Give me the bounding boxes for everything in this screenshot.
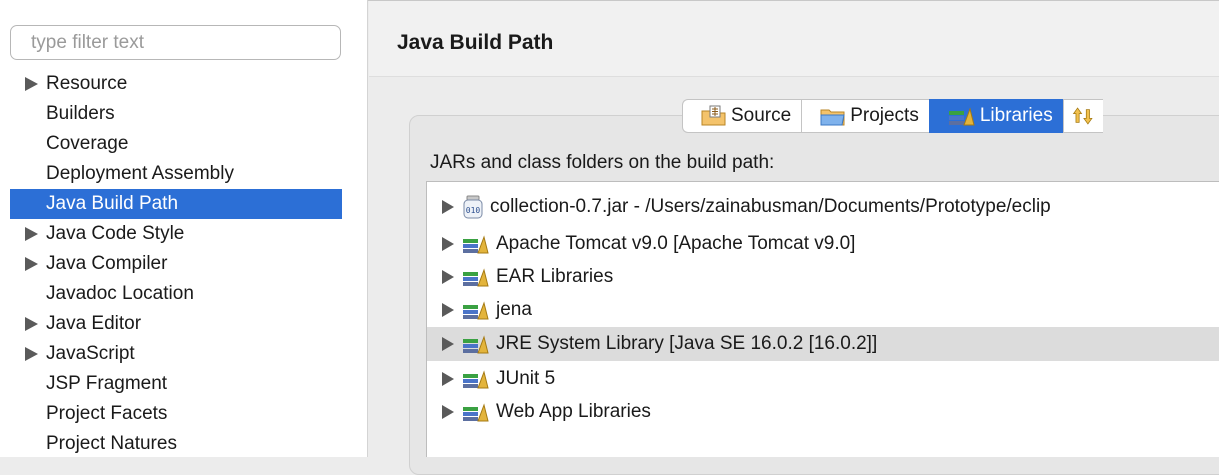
tab-label: Projects xyxy=(850,105,919,126)
library-icon xyxy=(463,403,489,422)
expand-arrow-icon[interactable] xyxy=(442,372,454,386)
tab-projects[interactable]: Projects xyxy=(801,99,929,133)
properties-sidebar: Resource Builders Coverage Deployment As… xyxy=(0,0,368,457)
tree-item-java-editor[interactable]: Java Editor xyxy=(10,309,342,339)
expand-arrow-icon[interactable] xyxy=(25,227,38,241)
expand-arrow-icon[interactable] xyxy=(442,405,454,419)
properties-tree: Resource Builders Coverage Deployment As… xyxy=(10,69,342,459)
list-item[interactable]: JUnit 5 xyxy=(427,362,1219,396)
tree-item-jsp-fragment[interactable]: JSP Fragment xyxy=(10,369,342,399)
list-item[interactable]: Web App Libraries xyxy=(427,395,1219,429)
tree-item-label: JavaScript xyxy=(46,343,135,364)
expand-arrow-icon[interactable] xyxy=(442,237,454,251)
library-entry-label: JRE System Library [Java SE 16.0.2 [16.0… xyxy=(496,333,878,354)
tab-label: Libraries xyxy=(979,105,1053,126)
tab-label: Source xyxy=(731,105,792,126)
tree-item-label: Java Editor xyxy=(46,313,142,334)
source-folder-icon xyxy=(701,105,726,126)
projects-folder-icon xyxy=(820,109,845,126)
expand-arrow-icon[interactable] xyxy=(442,200,454,214)
library-icon xyxy=(463,235,489,254)
list-item[interactable]: 010 collection-0.7.jar - /Users/zainabus… xyxy=(427,190,1219,224)
filter-input[interactable] xyxy=(10,25,341,60)
tree-item-java-code-style[interactable]: Java Code Style xyxy=(10,219,342,249)
library-icon xyxy=(463,335,489,354)
expand-arrow-icon[interactable] xyxy=(442,270,454,284)
tree-item-java-build-path[interactable]: Java Build Path xyxy=(10,189,342,219)
list-item[interactable]: jena xyxy=(427,293,1219,327)
tree-item-label: Java Code Style xyxy=(46,223,185,244)
tree-item-label: JSP Fragment xyxy=(46,373,168,394)
library-entry-label: JUnit 5 xyxy=(496,368,556,389)
tree-item-label: Project Facets xyxy=(46,403,168,424)
tab-order-and-export[interactable] xyxy=(1062,99,1103,133)
library-entry-label: collection-0.7.jar - /Users/zainabusman/… xyxy=(490,196,1051,217)
tree-item-label: Java Compiler xyxy=(46,253,168,274)
library-entry-label: EAR Libraries xyxy=(496,266,614,287)
page-header: Java Build Path xyxy=(369,1,1219,77)
expand-arrow-icon[interactable] xyxy=(25,317,38,331)
property-page: Java Build Path Source Projects Librarie… xyxy=(369,1,1219,475)
page-title: Java Build Path xyxy=(397,31,554,54)
tree-item-project-facets[interactable]: Project Facets xyxy=(10,399,342,429)
expand-arrow-icon[interactable] xyxy=(25,347,38,361)
tree-item-label: Deployment Assembly xyxy=(46,163,234,184)
tree-item-label: Project Natures xyxy=(46,433,177,454)
tree-item-project-natures[interactable]: Project Natures xyxy=(10,429,342,459)
library-entry-label: jena xyxy=(496,299,532,320)
tree-item-javadoc-location[interactable]: Javadoc Location xyxy=(10,279,342,309)
library-icon xyxy=(948,107,975,126)
list-item[interactable]: EAR Libraries xyxy=(427,260,1219,294)
tree-item-label: Resource xyxy=(46,73,128,94)
list-item[interactable]: JRE System Library [Java SE 16.0.2 [16.0… xyxy=(427,327,1219,361)
tree-item-resource[interactable]: Resource xyxy=(10,69,342,99)
section-label: JARs and class folders on the build path… xyxy=(430,152,775,173)
tab-libraries[interactable]: Libraries xyxy=(928,99,1063,133)
tree-item-java-compiler[interactable]: Java Compiler xyxy=(10,249,342,279)
list-item[interactable]: Apache Tomcat v9.0 [Apache Tomcat v9.0] xyxy=(427,227,1219,261)
library-entry-label: Web App Libraries xyxy=(496,401,651,422)
library-entry-label: Apache Tomcat v9.0 [Apache Tomcat v9.0] xyxy=(496,233,856,254)
libraries-tree[interactable]: 010 collection-0.7.jar - /Users/zainabus… xyxy=(426,181,1219,457)
build-path-tabs: Source Projects Libraries xyxy=(682,99,1103,133)
jar-icon: 010 xyxy=(463,195,483,219)
tree-item-javascript[interactable]: JavaScript xyxy=(10,339,342,369)
tree-item-builders[interactable]: Builders xyxy=(10,99,342,129)
expand-arrow-icon[interactable] xyxy=(25,77,38,91)
order-export-icon xyxy=(1072,107,1093,125)
svg-text:010: 010 xyxy=(466,206,481,215)
tab-source[interactable]: Source xyxy=(682,99,802,133)
tree-item-label: Builders xyxy=(46,103,115,124)
expand-arrow-icon[interactable] xyxy=(442,337,454,351)
tree-item-deployment-assembly[interactable]: Deployment Assembly xyxy=(10,159,342,189)
expand-arrow-icon[interactable] xyxy=(442,303,454,317)
expand-arrow-icon[interactable] xyxy=(25,257,38,271)
tree-item-coverage[interactable]: Coverage xyxy=(10,129,342,159)
library-icon xyxy=(463,268,489,287)
tree-item-label: Coverage xyxy=(46,133,129,154)
tree-item-label: Java Build Path xyxy=(46,193,179,214)
library-icon xyxy=(463,301,489,320)
tree-item-label: Javadoc Location xyxy=(46,283,194,304)
library-icon xyxy=(463,370,489,389)
